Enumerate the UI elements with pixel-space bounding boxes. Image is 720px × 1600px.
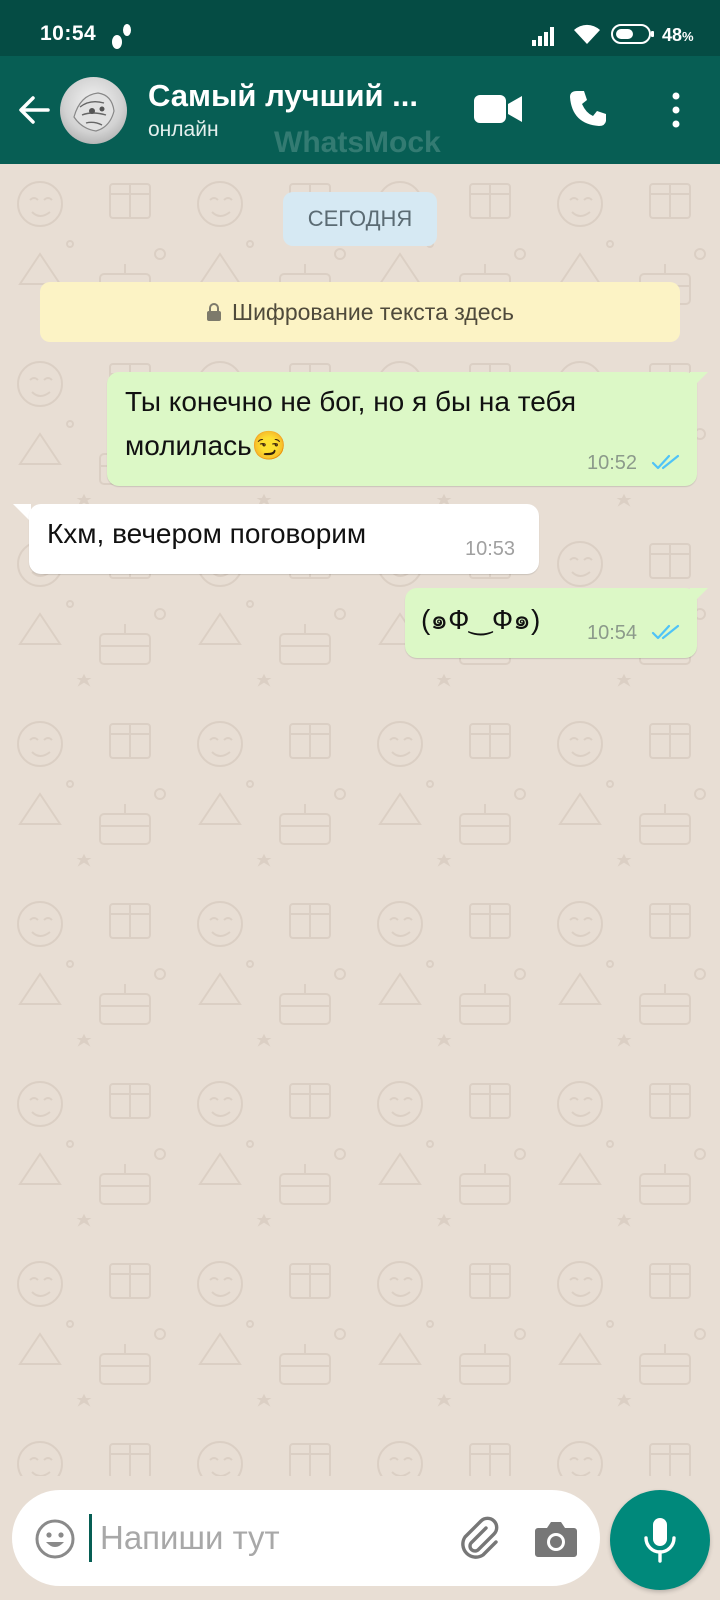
attach-icon[interactable]: [456, 1514, 502, 1560]
video-call-icon[interactable]: [474, 92, 524, 126]
message-composer: [12, 1490, 600, 1586]
battery-percent: 48%: [662, 25, 694, 45]
chat-area[interactable]: СЕГОДНЯ Шифрование текста здесь Ты конеч…: [0, 164, 720, 1476]
signal-icon: [532, 27, 554, 46]
message-input[interactable]: [100, 1510, 440, 1566]
bubble-tail: [690, 372, 708, 390]
camera-icon[interactable]: [534, 1518, 578, 1558]
more-vert-icon[interactable]: [664, 90, 688, 130]
message-text: Ты конечно не бог, но я бы на тебя молил…: [125, 386, 577, 461]
contact-avatar[interactable]: [60, 77, 127, 144]
contact-status: онлайн: [148, 118, 219, 141]
message-time: 10:54: [587, 622, 638, 644]
encryption-banner[interactable]: Шифрование текста здесь: [40, 282, 680, 342]
contact-name[interactable]: Самый лучший ...: [148, 78, 418, 114]
phone-call-icon[interactable]: [568, 88, 608, 128]
message-text: Кхм, вечером поговорим: [47, 518, 367, 549]
watermark: WhatsMock: [274, 126, 441, 159]
back-arrow-icon[interactable]: [14, 90, 54, 130]
message-bubble-outgoing[interactable]: Ты конечно не бог, но я бы на тебя молил…: [107, 372, 697, 486]
lock-icon: [207, 303, 221, 321]
voice-record-button[interactable]: [610, 1490, 710, 1590]
date-chip: СЕГОДНЯ: [283, 192, 437, 246]
message-time: 10:52: [587, 452, 638, 474]
wifi-icon: [574, 24, 600, 44]
smirk-emoji: 😏: [251, 430, 287, 461]
message-bubble-incoming[interactable]: Кхм, вечером поговорим 10:53: [29, 504, 539, 574]
avatar-sketch: [73, 92, 115, 132]
battery-icon: [611, 24, 654, 44]
dnd-icon: [112, 24, 131, 49]
status-bar: 10:54 48%: [0, 0, 720, 56]
double-check-icon: [651, 454, 680, 470]
message-time: 10:53: [465, 538, 516, 560]
message-bubble-outgoing[interactable]: (๑Ф‿Ф๑) 10:54: [405, 588, 697, 658]
status-time: 10:54: [40, 22, 97, 45]
message-text: (๑Ф‿Ф๑): [421, 604, 541, 635]
mic-icon: [644, 1518, 676, 1563]
bubble-tail: [690, 588, 708, 606]
encryption-text: Шифрование текста здесь: [232, 298, 514, 325]
chat-header: Самый лучший ... онлайн WhatsMock: [0, 56, 720, 164]
chat-wallpaper: [0, 164, 720, 1476]
double-check-icon: [651, 624, 680, 640]
text-cursor: [89, 1514, 92, 1562]
emoji-icon[interactable]: [34, 1518, 76, 1560]
